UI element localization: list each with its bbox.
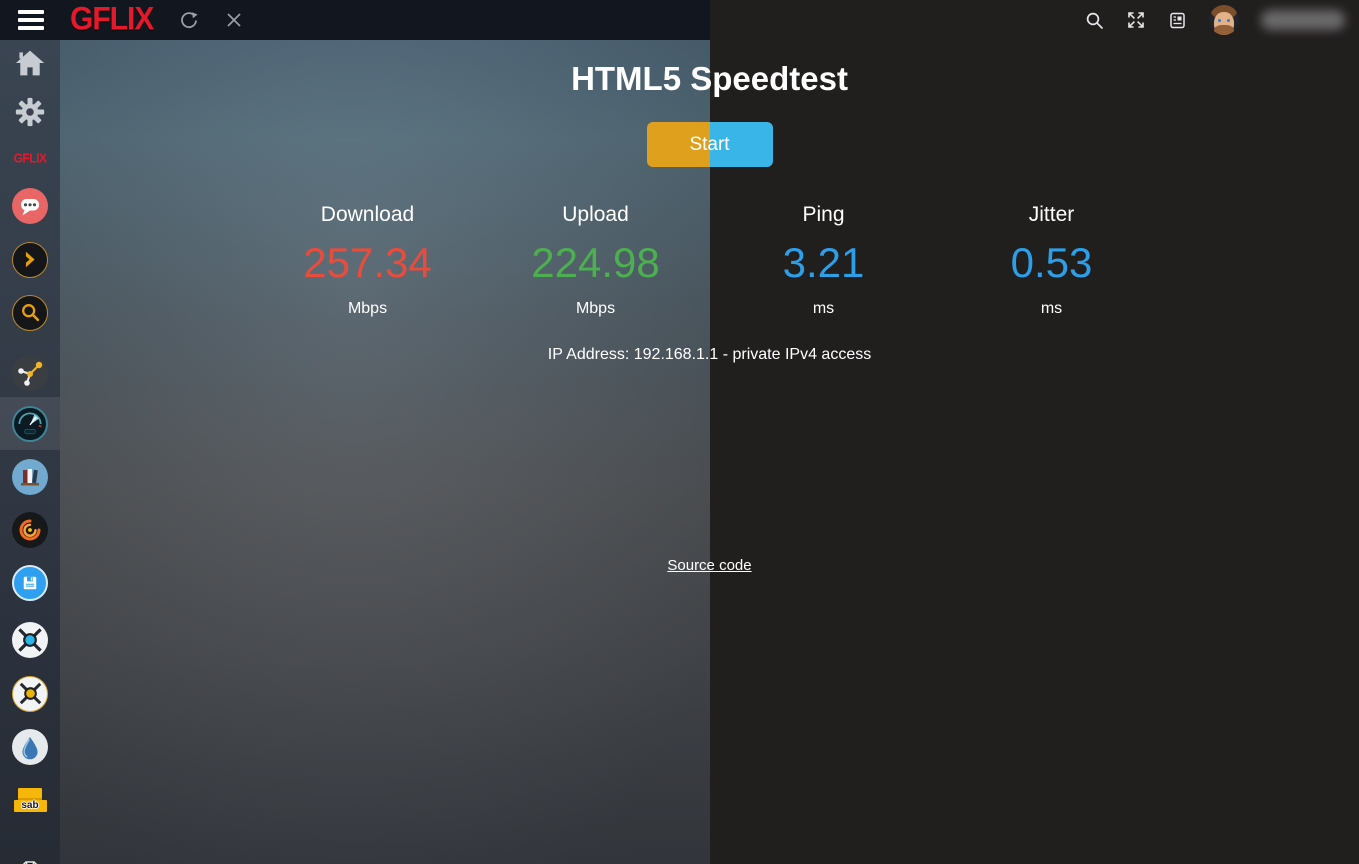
network-nodes-icon	[12, 355, 48, 391]
search-app-icon	[12, 295, 48, 331]
user-avatar[interactable]	[1209, 5, 1239, 35]
sidebar-item-deluge[interactable]	[0, 720, 60, 773]
search-icon[interactable]	[1085, 11, 1104, 30]
metric-unit: ms	[938, 298, 1166, 320]
metric-label: Upload	[482, 202, 710, 228]
metric-value: 257.34	[254, 236, 482, 290]
metric-download: Download 257.34 Mbps	[254, 202, 482, 320]
sidebar-item-network-nodes[interactable]	[0, 346, 60, 399]
home-icon	[14, 48, 46, 78]
radarr-icon	[12, 676, 48, 712]
plex-icon	[12, 242, 48, 278]
gear-icon	[15, 97, 45, 127]
sidebar-item-sonarr[interactable]	[0, 613, 60, 666]
sidebar-item-chat[interactable]	[0, 179, 60, 232]
floppy-disk-icon	[12, 565, 48, 601]
topbar: GFLIX	[0, 0, 710, 40]
sidebar-item-gflix[interactable]: GFLIX	[0, 131, 60, 184]
sabnzbd-icon: sab	[14, 788, 47, 812]
gflix-logo[interactable]: GFLIX	[70, 2, 153, 39]
sidebar-item-floppy[interactable]	[0, 556, 60, 609]
grafana-icon	[12, 512, 48, 548]
sidebar-item-home[interactable]	[0, 40, 60, 89]
sab-label: sab	[14, 800, 47, 812]
topbar-right	[710, 0, 1359, 40]
metric-label: Download	[254, 202, 482, 228]
metric-ping: Ping 3.21 ms	[710, 202, 938, 320]
metrics-row: Download 257.34 Mbps Upload 224.98 Mbps …	[254, 202, 1166, 320]
speedtest-panel: HTML5 Speedtest Start Download 257.34 Mb…	[60, 40, 1359, 864]
start-button-label: Start	[689, 134, 729, 155]
screen: GFLIX	[0, 0, 1359, 864]
close-icon[interactable]	[225, 11, 243, 29]
sidebar-item-search-app[interactable]	[0, 286, 60, 339]
fullscreen-expand-icon[interactable]	[1126, 10, 1146, 30]
ip-address-line: IP Address: 192.168.1.1 - private IPv4 a…	[60, 346, 1359, 364]
metric-unit: Mbps	[254, 298, 482, 320]
sidebar-item-grafana[interactable]	[0, 503, 60, 556]
sidebar-item-sabnzbd[interactable]: sab	[0, 773, 60, 826]
metric-value: 0.53	[938, 236, 1166, 290]
metric-unit: Mbps	[482, 298, 710, 320]
sonarr-icon	[12, 622, 48, 658]
sab-hat	[18, 788, 42, 800]
metric-upload: Upload 224.98 Mbps	[482, 202, 710, 320]
metric-label: Ping	[710, 202, 938, 228]
news-icon[interactable]	[1168, 11, 1187, 30]
page-title: HTML5 Speedtest	[60, 60, 1359, 98]
bookshelf-icon	[12, 459, 48, 495]
sidebar-item-jackett[interactable]	[0, 826, 60, 864]
avatar-eye	[1227, 19, 1230, 22]
sidebar-item-bookshelf[interactable]	[0, 450, 60, 503]
avatar-eye	[1218, 19, 1221, 22]
jackett-icon	[14, 859, 46, 864]
sidebar: GFLIX	[0, 40, 60, 864]
sidebar-item-plex[interactable]	[0, 233, 60, 286]
gflix-mini-logo: GFLIX	[14, 150, 47, 165]
metric-unit: ms	[710, 298, 938, 320]
sidebar-item-radarr[interactable]	[0, 667, 60, 720]
metric-value: 224.98	[482, 236, 710, 290]
speedtest-gauge-icon	[12, 406, 48, 442]
metric-label: Jitter	[938, 202, 1166, 228]
menu-icon[interactable]	[18, 10, 44, 30]
username-blurred[interactable]	[1261, 10, 1345, 30]
sidebar-item-speedtest[interactable]	[0, 397, 60, 450]
source-code-wrap: Source code	[60, 557, 1359, 574]
metric-jitter: Jitter 0.53 ms	[938, 202, 1166, 320]
deluge-drop-icon	[12, 729, 48, 765]
avatar-beard	[1214, 25, 1234, 35]
chat-bubble-icon	[12, 188, 48, 224]
refresh-icon[interactable]	[179, 10, 199, 30]
source-code-link[interactable]: Source code	[667, 557, 751, 574]
start-button[interactable]: Start	[647, 122, 773, 167]
metric-value: 3.21	[710, 236, 938, 290]
